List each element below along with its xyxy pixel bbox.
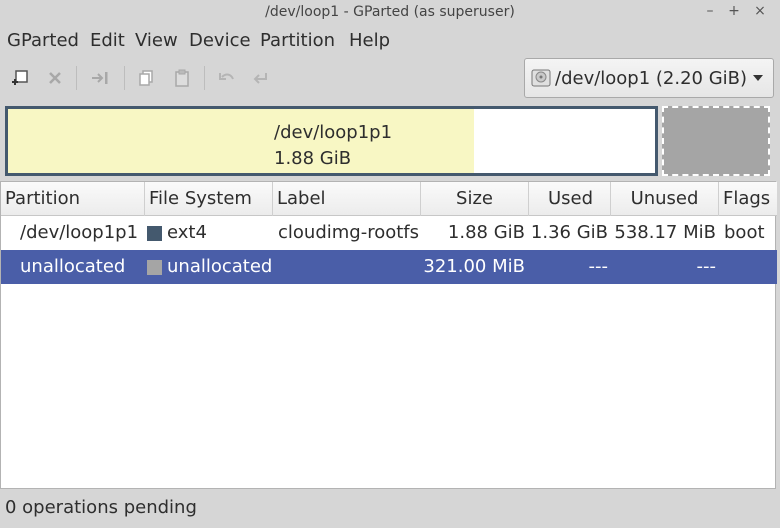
unallocated-block[interactable] — [662, 106, 770, 176]
status-bar: 0 operations pending — [0, 490, 780, 528]
column-unused[interactable]: Unused — [611, 182, 719, 216]
partition-map: /dev/loop1p1 1.88 GiB — [0, 102, 780, 178]
device-selector-label: /dev/loop1 (2.20 GiB) — [555, 68, 748, 89]
resize-move-icon[interactable] — [88, 66, 112, 90]
filesystem-color-swatch — [147, 226, 162, 241]
delete-icon[interactable] — [43, 66, 67, 90]
partition-block-loop1p1[interactable]: /dev/loop1p1 1.88 GiB — [5, 106, 658, 176]
cell-unused: 538.17 MiB — [614, 222, 716, 243]
partition-block-size: 1.88 GiB — [274, 148, 352, 169]
chevron-down-icon — [753, 75, 763, 81]
column-size[interactable]: Size — [421, 182, 529, 216]
cell-size: 321.00 MiB — [423, 256, 525, 277]
cell-label: cloudimg-rootfs — [278, 222, 420, 243]
filesystem-color-swatch — [147, 260, 162, 275]
menu-edit[interactable]: Edit — [90, 30, 125, 51]
table-row[interactable]: /dev/loop1p1 ext4 cloudimg-rootfs 1.88 G… — [1, 216, 777, 250]
table-header: Partition File System Label Size Used Un… — [1, 182, 777, 216]
partition-table: Partition File System Label Size Used Un… — [0, 181, 777, 489]
copy-icon[interactable] — [134, 66, 158, 90]
menu-help[interactable]: Help — [349, 30, 390, 51]
menu-device[interactable]: Device — [189, 30, 251, 51]
minimize-button[interactable]: – — [700, 3, 720, 19]
maximize-button[interactable]: + — [724, 3, 744, 19]
used-space-fill — [8, 109, 474, 173]
menu-bar: GParted Edit View Device Partition Help — [0, 26, 780, 56]
window-title: /dev/loop1 - GParted (as superuser) — [265, 4, 515, 20]
menu-gparted[interactable]: GParted — [7, 30, 79, 51]
device-selector[interactable]: /dev/loop1 (2.20 GiB) — [524, 58, 774, 98]
table-row-selected[interactable]: unallocated unallocated 321.00 MiB --- -… — [1, 250, 777, 284]
cell-flags: boot — [724, 222, 765, 243]
undo-icon[interactable] — [215, 66, 239, 90]
new-partition-icon[interactable] — [8, 66, 32, 90]
cell-file-system: unallocated — [167, 256, 273, 277]
menu-view[interactable]: View — [135, 30, 178, 51]
close-button[interactable]: × — [750, 3, 770, 19]
menu-partition[interactable]: Partition — [260, 30, 335, 51]
paste-icon[interactable] — [170, 66, 194, 90]
column-used[interactable]: Used — [529, 182, 611, 216]
column-file-system[interactable]: File System — [145, 182, 273, 216]
column-partition[interactable]: Partition — [1, 182, 145, 216]
cell-partition: /dev/loop1p1 — [20, 222, 139, 243]
column-label[interactable]: Label — [273, 182, 421, 216]
title-bar: /dev/loop1 - GParted (as superuser) – + … — [0, 0, 780, 26]
cell-partition: unallocated — [20, 256, 126, 277]
cell-unused: --- — [696, 256, 717, 277]
disk-drive-icon — [530, 67, 552, 94]
apply-icon[interactable] — [249, 66, 273, 90]
cell-size: 1.88 GiB — [447, 222, 525, 243]
operations-pending-status: 0 operations pending — [5, 497, 197, 518]
cell-used: --- — [588, 256, 609, 277]
cell-file-system: ext4 — [167, 222, 207, 243]
partition-block-name: /dev/loop1p1 — [274, 122, 393, 143]
toolbar — [0, 58, 520, 98]
cell-used: 1.36 GiB — [530, 222, 608, 243]
column-flags[interactable]: Flags — [719, 182, 777, 216]
